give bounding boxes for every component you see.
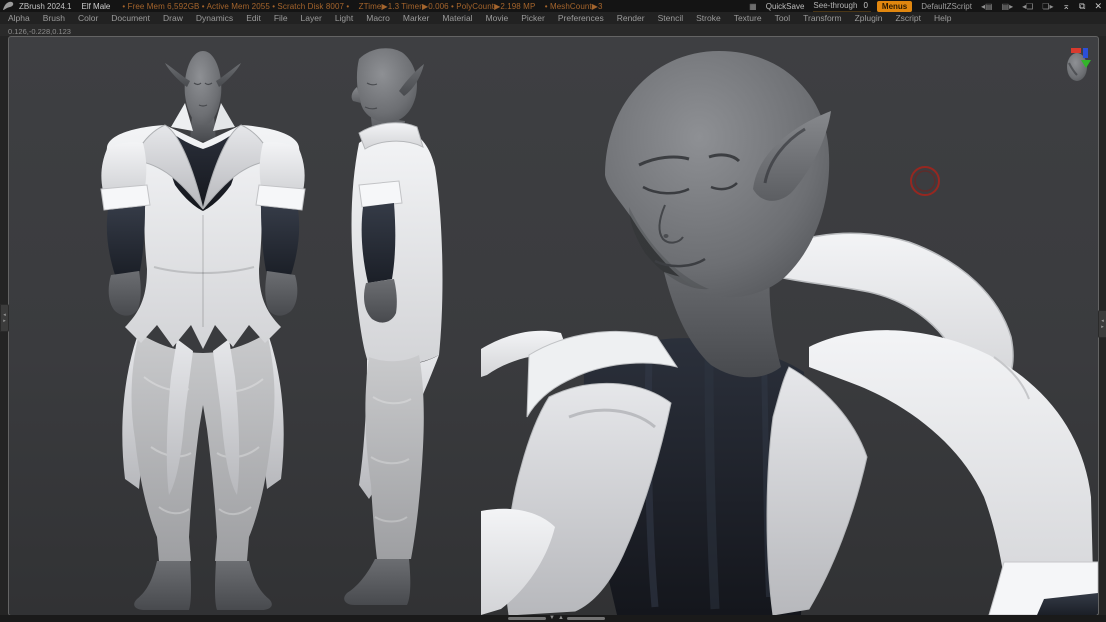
brush-cursor xyxy=(911,167,939,195)
model-side-view xyxy=(344,48,442,605)
divider-bar-left[interactable] xyxy=(508,617,546,620)
menu-item-movie[interactable]: Movie xyxy=(486,13,509,23)
axis-red-swatch xyxy=(1071,48,1081,53)
stats-memory: • Free Mem 6,592GB • Active Mem 2055 • S… xyxy=(122,2,349,11)
close-icon[interactable]: ✕ xyxy=(1094,1,1102,12)
title-bar: ZBrush 2024.1 Elf Male • Free Mem 6,592G… xyxy=(0,0,1106,12)
top-strip: 0.126,-0.228,0.123 xyxy=(0,24,1106,36)
menus-button[interactable]: Menus xyxy=(877,1,912,12)
menu-item-draw[interactable]: Draw xyxy=(163,13,183,23)
see-through-label: See-through xyxy=(813,1,857,10)
zbrush-window: ZBrush 2024.1 Elf Male • Free Mem 6,592G… xyxy=(0,0,1106,622)
menu-item-file[interactable]: File xyxy=(274,13,288,23)
menu-item-stroke[interactable]: Stroke xyxy=(696,13,721,23)
menu-item-dynamics[interactable]: Dynamics xyxy=(196,13,233,23)
menu-item-marker[interactable]: Marker xyxy=(403,13,429,23)
document-name: Elf Male xyxy=(81,2,110,11)
menu-item-help[interactable]: Help xyxy=(934,13,951,23)
menu-item-layer[interactable]: Layer xyxy=(301,13,322,23)
menu-item-edit[interactable]: Edit xyxy=(246,13,261,23)
menu-item-texture[interactable]: Texture xyxy=(734,13,762,23)
menu-item-zscript[interactable]: Zscript xyxy=(895,13,921,23)
quicksave-button[interactable]: QuickSave xyxy=(766,2,805,11)
left-palette-toggle-icon[interactable]: ◂❏ xyxy=(1022,2,1033,11)
left-tray-handle[interactable]: ◂ ▸ xyxy=(0,304,9,332)
right-tray-handle[interactable]: ◂ ▸ xyxy=(1098,310,1106,338)
right-palette-toggle-icon[interactable]: ❏▸ xyxy=(1042,2,1053,11)
menu-item-stencil[interactable]: Stencil xyxy=(658,13,684,23)
model-closeup-view xyxy=(481,51,1098,615)
grid-icon[interactable]: ▦ xyxy=(749,2,757,11)
menu-item-tool[interactable]: Tool xyxy=(775,13,791,23)
menu-item-document[interactable]: Document xyxy=(111,13,150,23)
menu-item-transform[interactable]: Transform xyxy=(803,13,841,23)
app-title: ZBrush 2024.1 xyxy=(19,2,71,11)
document-canvas[interactable] xyxy=(8,36,1099,616)
see-through-slider[interactable]: See-through 0 xyxy=(813,1,867,12)
zbrush-logo-icon xyxy=(2,1,15,11)
axis-blue-swatch xyxy=(1083,48,1088,58)
stats-timers: ZTime▶1.3 Timer▶0.006 • PolyCount▶2.198 … xyxy=(359,2,536,11)
restore-icon[interactable]: ⧉ xyxy=(1079,1,1085,12)
menu-item-color[interactable]: Color xyxy=(78,13,98,23)
coordinates-readout: 0.126,-0.228,0.123 xyxy=(8,27,71,36)
sculpt-viewport xyxy=(9,37,1098,615)
menu-item-material[interactable]: Material xyxy=(442,13,472,23)
menu-item-light[interactable]: Light xyxy=(335,13,353,23)
expand-arrow-icon[interactable]: ▲ xyxy=(558,616,564,620)
left-tray-toggle-icon[interactable]: ◂▤ xyxy=(981,2,993,11)
menu-bar: Alpha Brush Color Document Draw Dynamics Edit F… xyxy=(0,12,1106,24)
tray-arrow-right-icon: ▸ xyxy=(3,318,6,324)
menu-item-picker[interactable]: Picker xyxy=(521,13,545,23)
menu-item-render[interactable]: Render xyxy=(617,13,645,23)
minimize-icon[interactable]: ⌅ xyxy=(1062,1,1070,12)
divider-bar-right[interactable] xyxy=(567,617,605,620)
collapse-arrow-icon[interactable]: ▼ xyxy=(549,616,555,620)
menu-item-alpha[interactable]: Alpha xyxy=(8,13,30,23)
menu-item-macro[interactable]: Macro xyxy=(366,13,390,23)
menu-item-brush[interactable]: Brush xyxy=(43,13,65,23)
menu-item-preferences[interactable]: Preferences xyxy=(558,13,604,23)
tray-arrow-right-icon: ▸ xyxy=(1101,324,1104,330)
bottom-tray-divider[interactable]: ▼ ▲ xyxy=(508,616,605,620)
menu-item-zplugin[interactable]: Zplugin xyxy=(855,13,883,23)
model-front-view xyxy=(101,51,305,610)
right-tray-toggle-icon[interactable]: ▤▸ xyxy=(1002,2,1014,11)
default-zscript-button[interactable]: DefaultZScript xyxy=(921,2,972,11)
stats-meshcount: • MeshCount▶3 xyxy=(545,2,603,11)
status-stats: • Free Mem 6,592GB • Active Mem 2055 • S… xyxy=(122,2,609,11)
see-through-value: 0 xyxy=(863,1,867,10)
